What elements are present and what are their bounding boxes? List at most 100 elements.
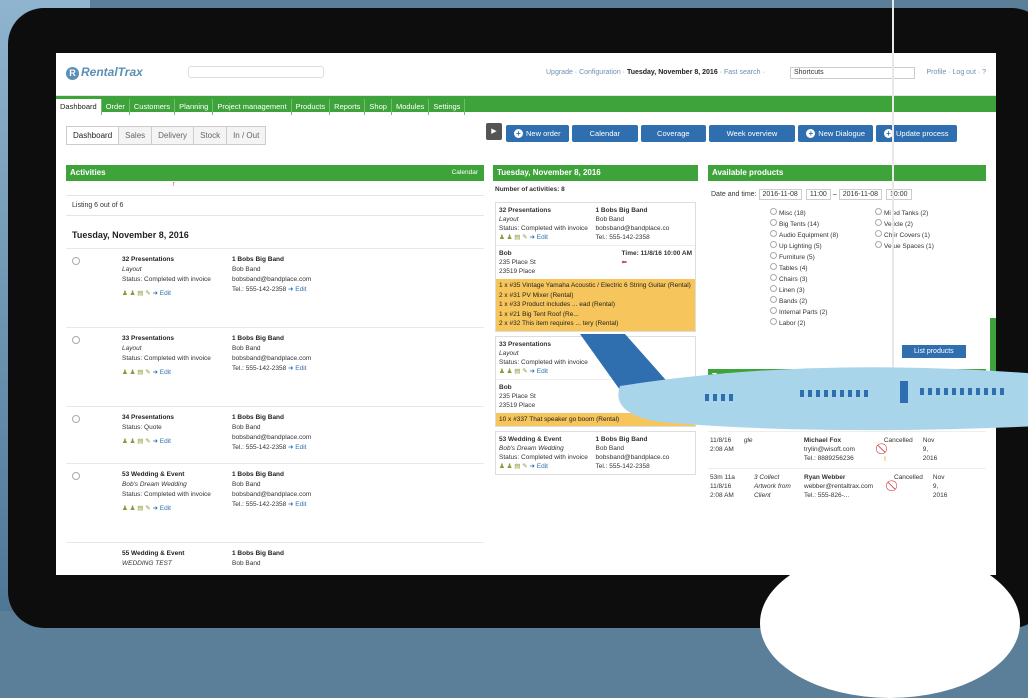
client-name[interactable]: 1 Bobs Big Band: [596, 436, 648, 443]
new-dialogue-button[interactable]: + New Dialogue: [798, 125, 873, 142]
side-feedback-tab[interactable]: [990, 318, 996, 388]
list-products-button[interactable]: List products: [902, 345, 966, 358]
client-name[interactable]: 1 Bobs Big Band: [232, 335, 284, 342]
from-time-input[interactable]: 11:00: [805, 189, 831, 200]
nav-modules[interactable]: Modules: [392, 99, 430, 115]
nav-shop[interactable]: Shop: [365, 99, 392, 115]
category-option[interactable]: Big Tents (14): [770, 219, 875, 230]
edit-link[interactable]: ➜ Edit: [288, 365, 306, 372]
contact-email[interactable]: bobsband@bandplace.com: [232, 355, 311, 362]
task-row[interactable]: 11/8/16 2:08 AM gle Michael Fox trylin@wis…: [708, 431, 986, 468]
task-contact[interactable]: Ryan Webber: [804, 474, 845, 481]
client-name[interactable]: 1 Bobs Big Band: [232, 256, 284, 263]
action-icons[interactable]: ♟ ♟ ▤ ✎ ➜ Edit: [499, 234, 548, 241]
row-checkbox[interactable]: [72, 336, 80, 344]
nav-products[interactable]: Products: [292, 99, 331, 115]
shortcuts-select[interactable]: Shortcuts: [790, 67, 915, 79]
week-overview-button[interactable]: Week overview: [708, 125, 796, 142]
activity-row[interactable]: 33 Presentations Layout Status: Completed …: [66, 327, 484, 406]
category-option[interactable]: Linen (3): [770, 285, 875, 296]
activity-title[interactable]: 53 Wedding & Event: [122, 471, 184, 478]
category-option[interactable]: Bands (2): [770, 296, 875, 307]
contact-email[interactable]: bobsband@bandplace.com: [232, 434, 311, 441]
activity-row[interactable]: 55 Wedding & Event WEDDING TEST 1 Bobs Bi…: [66, 542, 484, 573]
sort-row[interactable]: ↑: [66, 181, 484, 196]
from-date-input[interactable]: 2016-11-08: [758, 189, 802, 200]
task-contact[interactable]: Michael Fox: [804, 437, 841, 444]
card-title[interactable]: 33 Presentations: [499, 341, 551, 348]
contact-email[interactable]: bobsband@bandplace.co: [596, 454, 670, 461]
nav-settings[interactable]: Settings: [429, 99, 466, 115]
activity-row[interactable]: 32 Presentations Layout Status: Completed …: [66, 248, 484, 327]
edit-link[interactable]: ➜ Edit: [288, 286, 306, 293]
activities-calendar-link[interactable]: Calendar: [452, 165, 478, 181]
nav-order[interactable]: Order: [102, 99, 130, 115]
action-icons[interactable]: ♟ ♟ ▤ ✎ ➜ Edit: [122, 504, 232, 514]
play-video-button[interactable]: ▶: [486, 123, 502, 140]
nav-customers[interactable]: Customers: [130, 99, 176, 115]
day-card[interactable]: 33 Presentations Layout Status: Completed …: [495, 335, 696, 427]
edit-link[interactable]: ➜ Edit: [529, 234, 547, 241]
to-date-input[interactable]: 2016-11-08: [838, 189, 883, 200]
category-option[interactable]: Internal Parts (2): [770, 307, 875, 318]
contact-email[interactable]: bobsband@bandplace.com: [232, 276, 311, 283]
tab-in-out[interactable]: In / Out: [226, 126, 267, 145]
task-row[interactable]: 53m 11a 11/8/16 2:08 AM 3 Collect Artwork…: [708, 468, 986, 504]
contact-email[interactable]: bobsband@bandplace.com: [232, 491, 311, 498]
category-option[interactable]: Misc (18): [770, 208, 875, 219]
action-icons[interactable]: ♟ ♟ ▤ ✎ ➜ Edit: [499, 368, 548, 375]
card-title[interactable]: 32 Presentations: [499, 207, 551, 214]
tab-sales[interactable]: Sales: [118, 126, 153, 145]
action-icons[interactable]: ♟ ♟ ▤ ✎ ➜ Edit: [499, 463, 548, 470]
category-option[interactable]: Audio Equipment (8): [770, 230, 875, 241]
day-card[interactable]: 53 Wedding & Event Bob's Dream Wedding Sta…: [495, 431, 696, 475]
profile-links[interactable]: Profile · Log out · ?: [926, 69, 986, 76]
fast-search-link[interactable]: · Fast search ·: [718, 69, 765, 76]
category-option[interactable]: Chairs (3): [770, 274, 875, 285]
task-email[interactable]: webber@rentaltrax.com: [804, 483, 873, 490]
category-option[interactable]: Tables (4): [770, 263, 875, 274]
search-input[interactable]: [188, 66, 324, 78]
activity-row[interactable]: 53 Wedding & Event Bob's Dream Wedding Sta…: [66, 463, 484, 542]
nav-dashboard[interactable]: Dashboard: [56, 99, 102, 115]
activity-title[interactable]: 33 Presentations: [122, 335, 174, 342]
client-name[interactable]: 1 Bobs Big Band: [232, 414, 284, 421]
edit-link[interactable]: ➜ Edit: [288, 444, 306, 451]
contact-email[interactable]: bobsband@bandplace.co: [596, 225, 670, 232]
edit-link[interactable]: ➜ Edit: [152, 438, 170, 445]
new-order-button[interactable]: + New order: [506, 125, 569, 142]
tab-delivery[interactable]: Delivery: [151, 126, 195, 145]
action-icons[interactable]: ♟ ♟ ▤ ✎ ➜ Edit: [122, 368, 232, 378]
edit-link[interactable]: ➜ Edit: [152, 290, 170, 297]
edit-link[interactable]: ➜ Edit: [152, 505, 170, 512]
row-checkbox[interactable]: [72, 257, 80, 265]
category-option[interactable]: Ve icle (2): [875, 219, 980, 230]
action-icons[interactable]: ♟ ♟ ▤ ✎ ➜ Edit: [122, 437, 232, 447]
category-option[interactable]: Furniture (5): [770, 252, 875, 263]
row-checkbox[interactable]: [72, 415, 80, 423]
coverage-button[interactable]: Coverage: [641, 125, 706, 142]
nav-reports[interactable]: Reports: [330, 99, 366, 115]
calendar-button[interactable]: Calendar: [571, 125, 639, 142]
task-email[interactable]: trylin@wisoft.com: [804, 446, 855, 453]
app-logo[interactable]: R RentalTrax: [66, 65, 143, 80]
row-checkbox[interactable]: [72, 472, 80, 480]
activity-title[interactable]: 34 Presentations: [122, 414, 174, 421]
client-name[interactable]: 1 Bobs Big Band: [232, 471, 284, 478]
activity-title[interactable]: 55 Wedding & Event: [122, 550, 184, 557]
client-name[interactable]: 1 Bobs Big Band: [232, 550, 284, 557]
action-icons[interactable]: ♟ ♟ ▤ ✎ ➜ Edit: [122, 289, 232, 299]
upgrade-config-links[interactable]: Upgrade · Configuration ·: [546, 69, 627, 76]
category-option[interactable]: Ve ue Spaces (1): [875, 241, 980, 252]
activity-title[interactable]: 32 Presentations: [122, 256, 174, 263]
edit-link[interactable]: ➜ Edit: [288, 501, 306, 508]
day-card[interactable]: 32 Presentations Layout Status: Completed …: [495, 202, 696, 332]
edit-link[interactable]: ➜ Edit: [529, 463, 547, 470]
tab-stock[interactable]: Stock: [193, 126, 228, 145]
client-name[interactable]: 1 Bobs Big Band: [596, 207, 648, 214]
top-links[interactable]: Upgrade · Configuration · Tuesday, Novem…: [546, 69, 765, 76]
category-option[interactable]: Up Lighting (5): [770, 241, 875, 252]
activity-row[interactable]: 34 Presentations Status: Quote ♟ ♟ ▤ ✎ ➜ E…: [66, 406, 484, 463]
category-option[interactable]: Ch ir Covers (1): [875, 230, 980, 241]
card-title[interactable]: 53 Wedding & Event: [499, 436, 561, 443]
